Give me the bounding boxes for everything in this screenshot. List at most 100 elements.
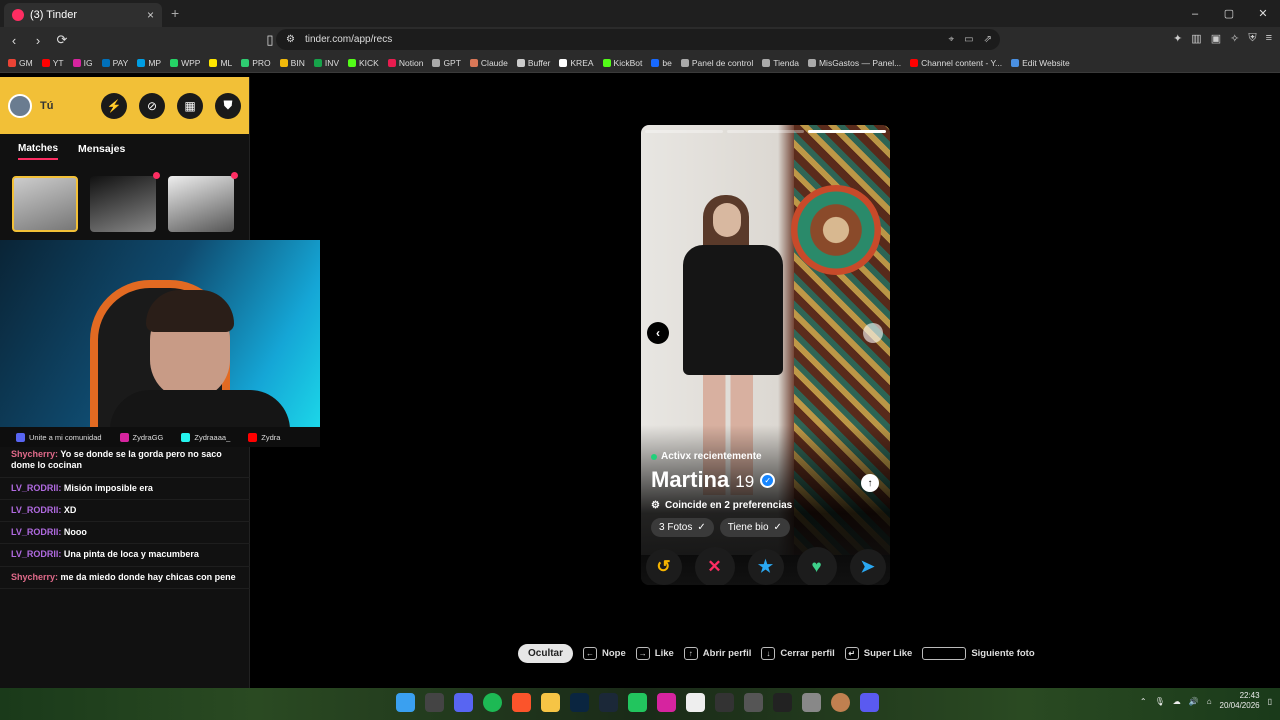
bookmark-item[interactable]: Panel de control: [680, 58, 753, 68]
forward-icon[interactable]: ›: [28, 33, 48, 48]
instagram-icon[interactable]: [657, 693, 676, 712]
app-icon[interactable]: [831, 693, 850, 712]
chat-message: LV_RODRII: Una pinta de loca y macumbera: [0, 544, 250, 567]
app-icon[interactable]: [860, 693, 879, 712]
youtube-icon: [248, 432, 258, 442]
network-icon[interactable]: ⌂: [1207, 697, 1212, 706]
tab-mensajes[interactable]: Mensajes: [78, 143, 125, 160]
bookmark-item[interactable]: PRO: [241, 58, 271, 68]
bookmark-item[interactable]: WPP: [170, 58, 200, 68]
boost-button[interactable]: ➤: [849, 549, 886, 585]
volume-icon[interactable]: 🔊: [1189, 697, 1199, 706]
sidebar-icon[interactable]: ▥: [1191, 32, 1201, 45]
chat-text: Misión imposible era: [63, 482, 153, 493]
bookmark-item[interactable]: ML: [209, 58, 232, 68]
discord-icon[interactable]: [454, 693, 473, 712]
bookmark-item[interactable]: be: [651, 58, 672, 68]
app-icon[interactable]: [715, 693, 734, 712]
bookmark-item[interactable]: Channel content - Y...: [910, 58, 1002, 68]
like-button[interactable]: ♥: [796, 547, 837, 585]
nope-button[interactable]: ✕: [694, 547, 735, 585]
bookmark-item[interactable]: MisGastos — Panel...: [807, 58, 901, 68]
bookmark-item[interactable]: GPT: [432, 58, 461, 68]
leo-icon[interactable]: ✧: [1230, 32, 1239, 45]
minimize-button[interactable]: –: [1178, 0, 1212, 27]
app-icon[interactable]: [802, 693, 821, 712]
shield-icon[interactable]: ⛊: [215, 92, 241, 119]
bookmark-item[interactable]: Notion: [387, 58, 423, 68]
photoshop-icon[interactable]: [570, 693, 589, 712]
steam-icon[interactable]: [599, 693, 618, 712]
avatar[interactable]: [8, 93, 32, 118]
match-thumbnail[interactable]: [90, 172, 160, 232]
maximize-button[interactable]: ▢: [1212, 0, 1246, 27]
bookmark-favicon-icon: [137, 58, 146, 67]
spotify-icon[interactable]: [483, 693, 502, 712]
bookmark-item[interactable]: KickBot: [602, 58, 642, 68]
chat-text: XD: [63, 504, 77, 515]
capcut-icon[interactable]: [773, 693, 792, 712]
open-profile-button[interactable]: ↑: [861, 474, 879, 492]
address-bar[interactable]: ⚙ tinder.com/app/recs ⌖ ▭ ⇗: [276, 29, 1000, 50]
bookmark-favicon-icon: [348, 58, 357, 67]
tab-matches[interactable]: Matches: [18, 143, 59, 160]
notion-icon[interactable]: [686, 693, 705, 712]
share-icon[interactable]: ⇗: [984, 34, 992, 45]
bookmark-item[interactable]: INV: [313, 58, 339, 68]
boost-icon[interactable]: ⚡: [101, 92, 127, 119]
mic-icon[interactable]: 🎙: [1155, 697, 1165, 706]
bookmark-item[interactable]: PAY: [101, 58, 128, 68]
tray-chevron-icon[interactable]: ⌃: [1140, 697, 1147, 706]
explore-icon[interactable]: ⊘: [139, 92, 165, 119]
bookmark-item[interactable]: KREA: [559, 58, 594, 68]
bookmark-item[interactable]: KICK: [348, 58, 379, 68]
bookmark-item[interactable]: MP: [137, 58, 161, 68]
briefcase-icon[interactable]: ▦: [177, 92, 203, 119]
reload-icon[interactable]: ⟳: [52, 32, 72, 48]
next-photo-button[interactable]: [863, 323, 883, 343]
bookmark-item[interactable]: Tienda: [762, 58, 799, 68]
back-icon[interactable]: ‹: [4, 33, 24, 48]
tab-close-icon[interactable]: ×: [147, 8, 154, 22]
bookmark-item[interactable]: GM: [8, 58, 33, 68]
wallet-icon[interactable]: ▣: [1211, 32, 1221, 45]
site-info-icon[interactable]: ⚙: [286, 34, 295, 45]
brave-icon[interactable]: [512, 693, 531, 712]
menu-icon[interactable]: ≡: [1266, 32, 1272, 45]
rewind-button[interactable]: ↺: [645, 549, 682, 585]
shortcut-item: ← Nope: [583, 646, 626, 660]
search-icon[interactable]: [425, 693, 444, 712]
cast-icon[interactable]: ▭: [964, 34, 973, 45]
new-tab-button[interactable]: +: [171, 5, 179, 21]
match-thumbnail[interactable]: [12, 176, 78, 232]
stream-chat: Shycherry: Yo se donde se la gorda pero …: [0, 444, 250, 589]
photo-indicator[interactable]: [808, 130, 887, 133]
notification-icon[interactable]: ▯: [1268, 697, 1272, 706]
settings-icon[interactable]: [744, 693, 763, 712]
start-icon[interactable]: [396, 693, 415, 712]
app-icon[interactable]: [628, 693, 647, 712]
previous-photo-button[interactable]: ‹: [647, 322, 669, 344]
super-like-button[interactable]: ★: [747, 549, 784, 585]
extensions-icon[interactable]: ✦: [1173, 32, 1182, 45]
bookmark-item[interactable]: BIN: [279, 58, 305, 68]
bookmark-item[interactable]: Claude: [469, 58, 508, 68]
onedrive-icon[interactable]: ☁: [1173, 697, 1181, 706]
bookmark-item[interactable]: Buffer: [516, 58, 550, 68]
hide-shortcuts-button[interactable]: Ocultar: [518, 643, 574, 663]
bookmark-item[interactable]: Edit Website: [1011, 58, 1070, 68]
bookmark-item[interactable]: YT: [41, 58, 64, 68]
bookmark-item[interactable]: IG: [72, 58, 93, 68]
vpn-icon[interactable]: ⛨: [1248, 32, 1256, 45]
photo-indicator[interactable]: [645, 130, 723, 133]
profile-card[interactable]: ‹ Activx recientemente Martina 19 ✓ ⚙ Co…: [641, 125, 890, 585]
user-label[interactable]: Tú: [40, 100, 53, 112]
clock[interactable]: 22:43 20/04/2026: [1220, 691, 1260, 711]
photo-indicator[interactable]: [726, 130, 805, 133]
tab-tinder[interactable]: (3) Tinder ×: [4, 3, 162, 27]
match-thumbnail[interactable]: [168, 172, 238, 232]
taskbar-apps: [396, 693, 879, 712]
folder-icon[interactable]: [541, 693, 560, 712]
close-window-button[interactable]: ✕: [1246, 0, 1280, 27]
location-icon[interactable]: ⌖: [949, 34, 955, 45]
